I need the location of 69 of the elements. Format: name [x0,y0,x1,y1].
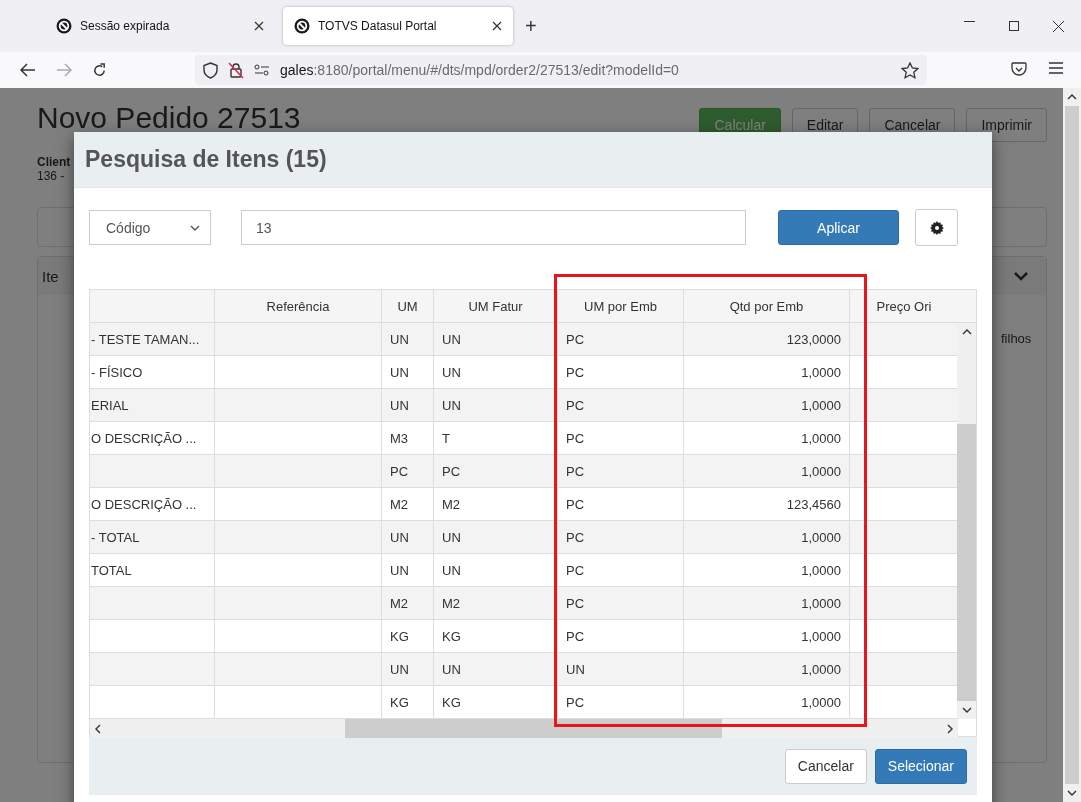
apply-button[interactable]: Aplicar [778,210,899,245]
table-cell: 123,4560 [683,488,849,520]
pocket-icon[interactable] [1011,62,1027,77]
table-cell: 1,0000 [683,587,849,619]
table-cell: 1,0000 [683,554,849,586]
table-cell: M3 [381,422,433,454]
page-title: Novo Pedido 27513 [37,104,301,136]
table-cell: UN [381,323,433,355]
column-header[interactable]: Qtd por Emb [683,290,849,322]
table-cell: 1,0000 [683,422,849,454]
table-cell-text: TOTAL [90,561,133,580]
search-field[interactable]: 13 [241,210,746,245]
star-icon[interactable] [901,61,919,79]
chevron-down-icon [190,224,200,231]
customer-value: 136 - [37,169,66,183]
table-cell: KG [381,620,433,652]
table-cell: 123,0000 [683,323,849,355]
table-cell-text: - FÍSICO [90,363,144,382]
table-cell: 1,0000 [683,356,849,388]
shield-icon[interactable] [203,61,218,79]
table-cell-text: - TESTE TAMAN... [90,330,201,349]
side-text: filhos [1001,331,1033,346]
site-logo-icon [56,18,72,34]
chevron-down-icon[interactable] [1014,271,1028,281]
table-cell: UN [381,356,433,388]
settings-button[interactable] [915,209,958,246]
maximize-icon[interactable] [1009,20,1019,31]
page-scrollbar[interactable] [1063,88,1081,802]
toolbar-button[interactable]: Imprimir [966,108,1047,142]
table-cell: 1,0000 [683,686,849,718]
close-icon[interactable] [492,21,502,31]
close-icon[interactable] [1053,20,1064,32]
horizontal-scrollbar[interactable] [90,719,958,738]
footer-button[interactable]: Selecionar [874,748,967,784]
site-logo-icon [294,18,310,34]
filter-select[interactable]: Código [89,210,211,245]
table-cell-text: O DESCRIÇÃO ... [90,495,198,514]
table-cell: 1,0000 [683,620,849,652]
browser-tab[interactable]: Sessão expirada [45,7,275,45]
table-cell: 1,0000 [683,521,849,553]
footer-button[interactable]: Cancelar [784,748,867,784]
permissions-icon[interactable] [254,64,270,76]
table-cell: UN [381,389,433,421]
table-cell: PC [381,455,433,487]
menu-icon[interactable] [1049,62,1063,74]
table-cell: 1,0000 [683,653,849,685]
new-tab-button[interactable]: + [525,16,537,36]
minimize-icon[interactable] [964,20,975,23]
reload-icon[interactable] [92,62,107,78]
dialog-title: Pesquisa de Itens (15) [85,146,327,173]
table-cell: UN [381,521,433,553]
table-cell: 1,0000 [683,389,849,421]
table-cell: UN [381,554,433,586]
back-arrow-icon[interactable] [20,63,36,77]
table-cell: 1,0000 [683,455,849,487]
close-icon[interactable] [254,21,264,31]
table-cell-text: ERIAL [90,396,130,415]
settings-icon [929,220,944,235]
section-title: Ite [42,267,59,285]
table-cell-text: O DESCRIÇÃO ... [90,429,198,448]
browser-tab[interactable]: TOTVS Datasul Portal [283,7,513,45]
table-cell: UN [381,653,433,685]
table-cell: M2 [381,587,433,619]
insecure-lock-icon[interactable] [228,61,244,79]
column-header[interactable]: Referência [214,290,381,322]
table-cell: KG [381,686,433,718]
column-header[interactable]: UM [381,290,433,322]
table-cell: M2 [381,488,433,520]
table-cell-text: - TOTAL [90,528,141,547]
